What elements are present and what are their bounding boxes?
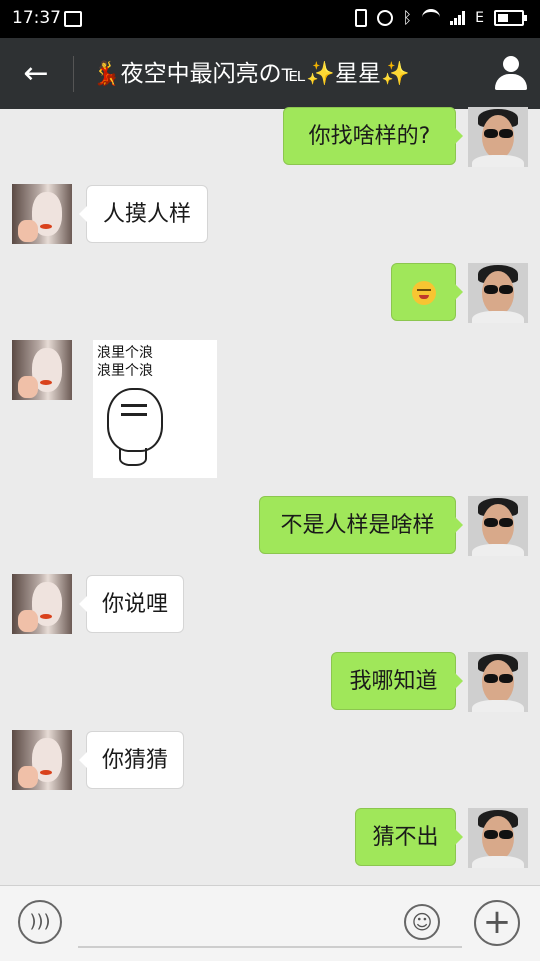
message-text: 人摸人样 [102,202,191,227]
contact-avatar[interactable] [12,340,72,400]
vibrate-icon [354,8,367,27]
my-avatar[interactable] [468,496,528,556]
my-avatar[interactable] [468,107,528,167]
sticker-text: 浪里个浪 [97,345,153,361]
message-bubble-in[interactable]: 人摸人样 [79,185,208,243]
plus-icon[interactable]: + [474,900,520,946]
input-bar: ))) ☺ + [0,885,540,961]
status-icons: ᛒ E [354,8,527,27]
message-text: 猜不出 [372,825,439,850]
my-avatar[interactable] [468,263,528,323]
sticker-message[interactable]: 浪里个浪 浪里个浪 [93,340,217,478]
sticker-drawing [107,388,163,452]
message-bubble-out[interactable]: 我哪知道 [331,652,463,710]
bluetooth-icon: ᛒ [402,8,413,27]
contact-avatar[interactable] [12,184,72,244]
arrow-left-icon[interactable]: ← [18,56,54,92]
battery-icon [494,9,527,26]
message-text: 不是人样是啥样 [280,513,435,538]
contact-avatar[interactable] [12,574,72,634]
message-bubble-out[interactable]: 你找啥样的? [283,107,463,165]
emoji-icon[interactable]: ☺ [404,904,440,940]
message-text: 你找啥样的? [308,124,431,149]
screenshot-icon [64,11,82,27]
message-bubble-in[interactable]: 你猜猜 [79,731,184,789]
wifi-icon [422,9,441,26]
my-avatar[interactable] [468,652,528,712]
smiling-tongue-emoji [411,281,436,305]
message-bubble-out[interactable]: 不是人样是啥样 [259,496,463,554]
person-icon[interactable] [492,54,530,94]
message-bubble-out[interactable]: 猜不出 [355,808,463,866]
message-bubble-in[interactable]: 你说哩 [79,575,184,633]
signal-icon [450,10,466,25]
network-type: E [475,9,484,26]
message-text: 我哪知道 [349,669,438,694]
chat-header: ← 💃夜空中最闪亮の℡✨星星✨ [0,38,540,109]
voice-icon[interactable]: ))) [18,900,62,944]
sticker-text: 浪里个浪 [97,363,153,379]
message-bubble-out-emoji[interactable] [391,263,463,321]
status-time: 17:37 [12,8,61,28]
message-text: 你说哩 [101,592,168,617]
header-divider [73,56,74,92]
alarm-icon [376,9,393,26]
status-bar: 17:37 ᛒ E [0,0,540,38]
contact-avatar[interactable] [12,730,72,790]
message-text: 你猜猜 [101,748,168,773]
my-avatar[interactable] [468,808,528,868]
chat-title: 💃夜空中最闪亮の℡✨星星✨ [92,61,410,87]
